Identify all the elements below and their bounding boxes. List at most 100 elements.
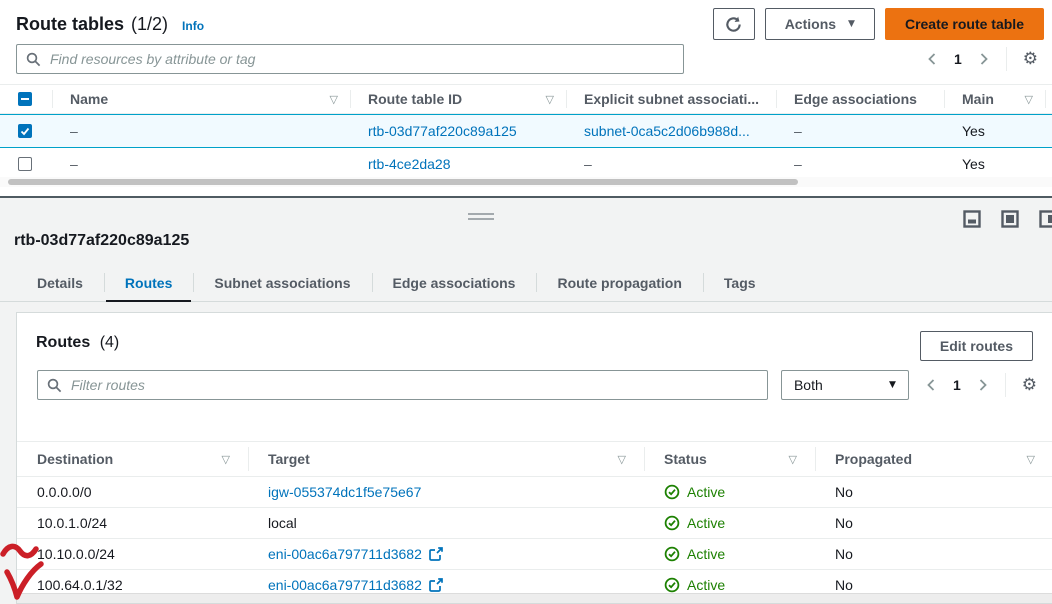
tab-subnet-associations[interactable]: Subnet associations	[193, 264, 371, 301]
select-all-cell	[0, 85, 52, 113]
sort-icon[interactable]: ▽	[618, 453, 626, 466]
row-checkbox[interactable]	[18, 157, 32, 171]
route-type-select[interactable]: Both ▼	[781, 370, 909, 400]
scrollbar-thumb[interactable]	[8, 179, 798, 185]
select-all-checkbox[interactable]	[18, 92, 32, 106]
routes-table-header: Destination ▽ Target ▽ Status ▽ Propagat…	[17, 441, 1052, 477]
sort-icon[interactable]: ▽	[222, 453, 230, 466]
panel-layout-controls	[963, 210, 1052, 228]
status-active-icon	[664, 546, 680, 562]
page-number[interactable]: 1	[954, 51, 962, 67]
route-tables-table: Name ▽ Route table ID ▽ Explicit subnet …	[0, 84, 1052, 181]
route-propagated: No	[815, 546, 1052, 562]
tab-edge-associations[interactable]: Edge associations	[372, 264, 537, 301]
cell-name: –	[52, 123, 350, 139]
route-tables-header: Route tables (1/2) Info Actions ▼ Create…	[16, 7, 1044, 41]
eni-link[interactable]: eni-00ac6a797711d3682	[268, 577, 422, 593]
route-row: 0.0.0.0/0 igw-055374dc1f5e75e67 Active N…	[17, 477, 1052, 508]
route-tables-table-header: Name ▽ Route table ID ▽ Explicit subnet …	[0, 84, 1052, 114]
route-target-local: local	[248, 515, 644, 531]
create-route-table-button[interactable]: Create route table	[885, 8, 1044, 40]
cell-edge: –	[776, 156, 944, 172]
tab-route-propagation[interactable]: Route propagation	[536, 264, 702, 301]
page-title: Route tables	[16, 14, 124, 35]
prev-page-button[interactable]	[925, 378, 937, 392]
status-badge: Active	[664, 577, 725, 593]
horizontal-scrollbar	[0, 177, 1052, 187]
divider	[1005, 373, 1006, 397]
routes-table: Destination ▽ Target ▽ Status ▽ Propagat…	[17, 441, 1052, 601]
table-row[interactable]: – rtb-03d77af220c89a125 subnet-0ca5c2d06…	[0, 114, 1052, 148]
col-propagated[interactable]: Propagated ▽	[815, 442, 1052, 476]
tab-details[interactable]: Details	[16, 264, 104, 301]
card-horizontal-scrollbar[interactable]	[17, 593, 1052, 603]
next-page-button[interactable]	[977, 378, 989, 392]
eni-link[interactable]: eni-00ac6a797711d3682	[268, 546, 422, 562]
divider	[1006, 47, 1007, 71]
status-badge: Active	[664, 546, 725, 562]
col-extra	[1045, 85, 1052, 113]
sort-icon[interactable]: ▽	[1027, 453, 1035, 466]
route-destination: 10.0.1.0/24	[17, 515, 248, 531]
col-edge-associations[interactable]: Edge associations	[776, 85, 944, 113]
edit-routes-button[interactable]: Edit routes	[920, 331, 1033, 361]
col-target[interactable]: Target ▽	[248, 442, 644, 476]
route-destination: 100.64.0.1/32	[17, 577, 248, 593]
sort-icon[interactable]: ▽	[330, 93, 338, 106]
page-number[interactable]: 1	[953, 377, 961, 393]
cell-name: –	[52, 156, 350, 172]
panel-drag-handle[interactable]	[468, 213, 494, 223]
sort-icon[interactable]: ▽	[546, 93, 554, 106]
search-icon	[47, 378, 62, 393]
actions-button[interactable]: Actions ▼	[765, 8, 875, 40]
panel-side-icon[interactable]	[1039, 210, 1052, 228]
routes-filter-input[interactable]	[69, 376, 758, 394]
selection-count: (1/2)	[131, 14, 168, 35]
col-name[interactable]: Name ▽	[52, 85, 350, 113]
sort-icon[interactable]: ▽	[1025, 93, 1033, 106]
status-active-icon	[664, 515, 680, 531]
external-link-icon[interactable]	[429, 578, 443, 592]
search-input[interactable]	[48, 50, 674, 68]
subnet-link[interactable]: subnet-0ca5c2d06b988d...	[584, 123, 750, 139]
vpc-route-tables-screen: { "header": { "title": "Route tables", "…	[0, 0, 1052, 604]
cell-main: Yes	[944, 123, 1045, 139]
refresh-button[interactable]	[713, 8, 755, 40]
settings-gear-icon[interactable]: ⚙	[1022, 377, 1037, 394]
route-table-id-link[interactable]: rtb-4ce2da28	[368, 156, 451, 172]
row-checkbox-checked[interactable]	[18, 124, 32, 138]
cell-subnet: –	[566, 156, 776, 172]
col-status[interactable]: Status ▽	[644, 442, 815, 476]
routes-filter-row: Both ▼ 1 ⚙	[37, 370, 1037, 400]
chevron-down-icon: ▼	[848, 19, 855, 29]
cell-edge: –	[776, 123, 944, 139]
route-propagated: No	[815, 577, 1052, 593]
next-page-button[interactable]	[978, 52, 990, 66]
route-destination: 0.0.0.0/0	[17, 484, 248, 500]
prev-page-button[interactable]	[926, 52, 938, 66]
col-explicit-subnet[interactable]: Explicit subnet associati...	[566, 85, 776, 113]
panel-maximize-icon[interactable]	[1001, 210, 1019, 228]
settings-gear-icon[interactable]: ⚙	[1023, 51, 1038, 68]
detail-tabs: Details Routes Subnet associations Edge …	[0, 264, 1052, 302]
resource-search[interactable]	[16, 44, 684, 74]
igw-link[interactable]: igw-055374dc1f5e75e67	[268, 484, 421, 500]
route-table-id-link[interactable]: rtb-03d77af220c89a125	[368, 123, 517, 139]
route-row: 10.0.1.0/24 local Active No	[17, 508, 1052, 539]
routes-filter[interactable]	[37, 370, 768, 400]
routes-card: Routes (4) Edit routes Both ▼ 1	[16, 312, 1052, 604]
col-main[interactable]: Main ▽	[944, 85, 1045, 113]
info-link[interactable]: Info	[182, 19, 204, 33]
sort-icon[interactable]: ▽	[789, 453, 797, 466]
tab-routes[interactable]: Routes	[104, 264, 193, 301]
col-route-table-id[interactable]: Route table ID ▽	[350, 85, 566, 113]
route-row: 10.10.0.0/24 eni-00ac6a797711d3682 Activ…	[17, 539, 1052, 570]
col-destination[interactable]: Destination ▽	[17, 442, 248, 476]
route-propagated: No	[815, 484, 1052, 500]
search-icon	[26, 52, 41, 67]
table-pagination: 1 ⚙	[926, 44, 1038, 74]
tab-tags[interactable]: Tags	[703, 264, 777, 301]
status-active-icon	[664, 577, 680, 593]
panel-bottom-icon[interactable]	[963, 210, 981, 228]
external-link-icon[interactable]	[429, 547, 443, 561]
